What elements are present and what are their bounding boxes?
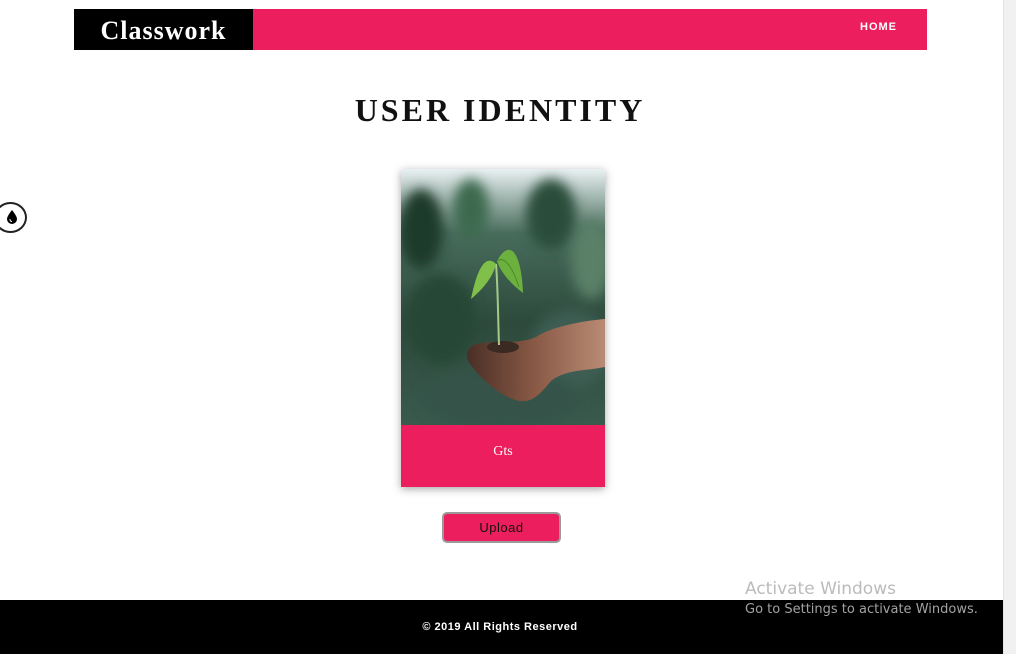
activation-title: Activate Windows xyxy=(745,579,896,599)
page: Classwork HOME USER IDENTITY Gts Upload … xyxy=(0,0,1016,654)
upload-button[interactable]: Upload xyxy=(442,512,561,543)
water-drop-icon xyxy=(7,210,17,224)
identity-card: Gts xyxy=(401,169,605,487)
nav-home-link[interactable]: HOME xyxy=(860,9,897,45)
activation-subtitle: Go to Settings to activate Windows. xyxy=(745,602,978,617)
card-caption: Gts xyxy=(401,425,605,487)
navbar: Classwork HOME xyxy=(74,9,927,50)
seedling-in-hand-image xyxy=(401,169,605,425)
page-title: USER IDENTITY xyxy=(354,92,646,128)
copyright-text: © 2019 All Rights Reserved xyxy=(422,621,578,633)
brand-logo[interactable]: Classwork xyxy=(74,9,253,50)
vertical-scrollbar[interactable] xyxy=(1003,0,1016,654)
theme-toggle-button[interactable] xyxy=(0,202,27,233)
windows-activation-watermark: Activate Windows Go to Settings to activ… xyxy=(745,578,978,619)
